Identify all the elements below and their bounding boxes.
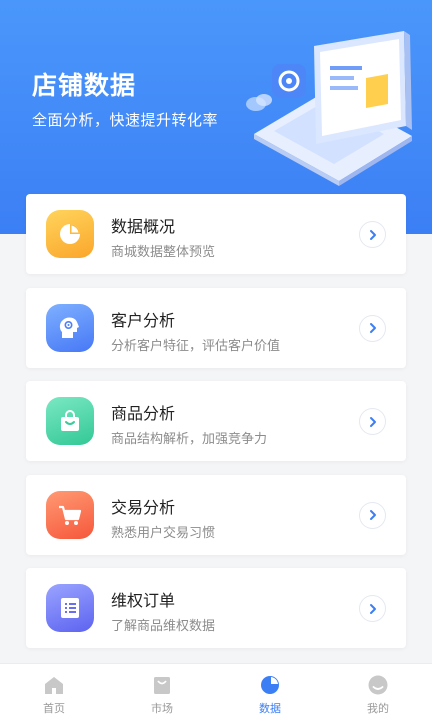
document-icon — [61, 598, 79, 618]
tab-label: 市场 — [151, 702, 173, 715]
shopping-bag-icon — [61, 410, 79, 431]
laptop-illustration-icon — [246, 31, 412, 186]
card-title: 商品分析 — [111, 404, 176, 423]
chevron-right-icon[interactable] — [359, 595, 386, 622]
tab-market[interactable]: 市场 — [108, 664, 216, 720]
card-title: 交易分析 — [111, 497, 176, 517]
tab-mine[interactable]: 我的 — [324, 664, 432, 720]
card-description: 了解商品维权数据 — [111, 619, 216, 634]
feature-list: 数据概况 商城数据整体预览 客户分析 分析客户特征，评估客户价值 商品分析 商品… — [26, 194, 406, 662]
card-rights-orders[interactable]: 维权订单 了解商品维权数据 — [26, 568, 406, 648]
bottom-tab-bar: 首页 市场 数据 我的 — [0, 663, 432, 720]
card-data-overview[interactable]: 数据概况 商城数据整体预览 — [26, 194, 406, 274]
shopping-cart-icon — [59, 505, 82, 525]
card-transaction-analysis[interactable]: 交易分析 熟悉用户交易习惯 — [26, 474, 406, 555]
chevron-right-icon[interactable] — [359, 501, 386, 529]
card-title: 数据概况 — [111, 217, 176, 236]
card-description: 商品结构解析，加强竞争力 — [111, 432, 268, 447]
card-description: 熟悉用户交易习惯 — [111, 525, 216, 541]
chevron-right-icon[interactable] — [359, 314, 386, 342]
card-title: 客户分析 — [111, 310, 176, 330]
page-title: 店铺数据 — [32, 71, 137, 100]
card-customer-analysis[interactable]: 客户分析 分析客户特征，评估客户价值 — [26, 287, 406, 368]
home-icon — [43, 674, 65, 696]
tab-label: 首页 — [43, 702, 65, 715]
chevron-right-icon[interactable] — [359, 221, 386, 248]
card-icon-bg — [46, 210, 94, 258]
card-title: 维权订单 — [111, 591, 176, 610]
card-icon-bg — [46, 397, 94, 445]
tab-label: 我的 — [367, 702, 389, 715]
card-description: 分析客户特征，评估客户价值 — [111, 338, 281, 354]
card-icon-bg — [46, 303, 94, 352]
card-icon-bg — [46, 490, 94, 539]
pie-chart-icon — [259, 674, 281, 696]
chevron-right-icon[interactable] — [359, 408, 386, 435]
tab-label: 数据 — [259, 702, 281, 715]
page-subtitle: 全面分析，快速提升转化率 — [32, 111, 219, 129]
card-product-analysis[interactable]: 商品分析 商品结构解析，加强竞争力 — [26, 381, 406, 461]
customer-head-icon — [59, 317, 79, 338]
card-icon-bg — [46, 584, 94, 632]
user-face-icon — [367, 674, 389, 696]
bag-icon — [151, 674, 173, 696]
tab-data[interactable]: 数据 — [216, 664, 324, 720]
pie-chart-icon — [60, 224, 80, 244]
card-description: 商城数据整体预览 — [111, 245, 216, 260]
tab-home[interactable]: 首页 — [0, 664, 108, 720]
